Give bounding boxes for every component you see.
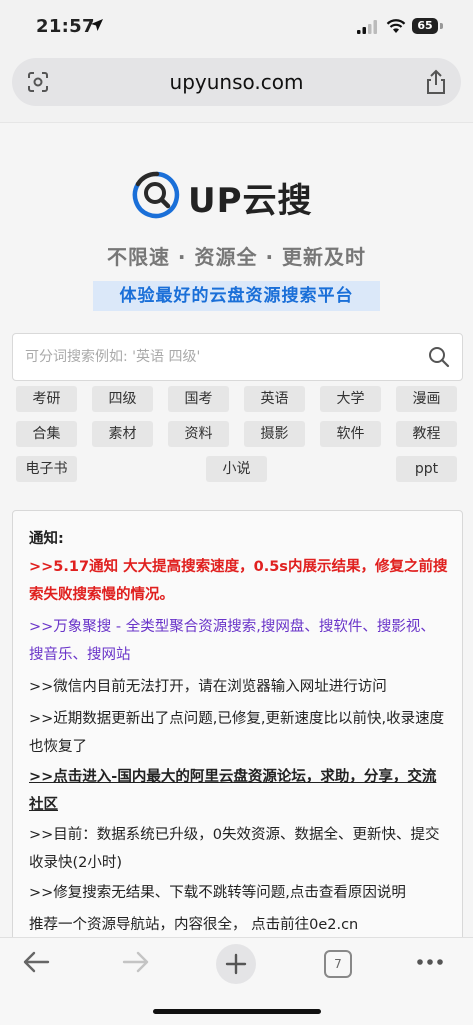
- tag-ppt[interactable]: ppt: [396, 456, 457, 482]
- tag-ruanjian[interactable]: 软件: [320, 421, 381, 447]
- notice-link-nav[interactable]: 推荐一个资源导航站，内容很全， 点击前往0e2.cn: [29, 911, 449, 939]
- tag-manhua[interactable]: 漫画: [396, 386, 457, 412]
- notice-panel: 通知: >>5.17通知 大大提高搜索速度，0.5s内展示结果，修复之前搜索失败…: [12, 510, 463, 942]
- site-subslogan: 体验最好的云盘资源搜索平台: [93, 281, 380, 311]
- notice-item: >>5.17通知 大大提高搜索速度，0.5s内展示结果，修复之前搜索失败搜索慢的…: [29, 559, 448, 603]
- tag-heji[interactable]: 合集: [16, 421, 77, 447]
- address-bar[interactable]: upyunso.com: [12, 58, 461, 106]
- notice-item: >>微信内目前无法打开，请在浏览器输入网址进行访问: [29, 679, 387, 695]
- more-icon[interactable]: [416, 958, 444, 966]
- home-indicator: [153, 1009, 321, 1014]
- forward-icon[interactable]: [122, 950, 150, 974]
- tag-sheying[interactable]: 摄影: [244, 421, 305, 447]
- location-arrow-icon: [91, 19, 103, 31]
- tag-jiaocheng[interactable]: 教程: [396, 421, 457, 447]
- tag-sucai[interactable]: 素材: [92, 421, 153, 447]
- notice-link-forum[interactable]: >>点击进入-国内最大的阿里云盘资源论坛，求助，分享，交流社区: [29, 763, 449, 819]
- tab-switcher-button[interactable]: 7: [324, 950, 352, 978]
- notice-link-wanxiang[interactable]: >>万象聚搜 - 全类型聚合资源搜索,搜网盘、搜软件、搜影视、搜音乐、搜网站: [29, 613, 449, 669]
- plus-icon: [225, 953, 247, 975]
- back-icon[interactable]: [22, 950, 50, 974]
- battery-icon: 65: [412, 18, 438, 34]
- search-box[interactable]: [12, 333, 463, 381]
- share-icon[interactable]: [425, 69, 447, 95]
- battery-nub: [440, 23, 443, 29]
- search-input[interactable]: [23, 342, 417, 372]
- notice-item: >>近期数据更新出了点问题,已修复,更新速度比以前快,收录速度也恢复了: [29, 711, 445, 755]
- site-brand: UP云搜: [188, 181, 313, 221]
- tag-kaoyan[interactable]: 考研: [16, 386, 77, 412]
- search-icon[interactable]: [428, 346, 450, 368]
- site-slogan: 不限速 · 资源全 · 更新及时: [106, 245, 367, 269]
- wifi-icon: [386, 19, 406, 33]
- tag-xiaoshuo[interactable]: 小说: [206, 456, 267, 482]
- notice-link-fix[interactable]: >>修复搜索无结果、下载不跳转等问题,点击查看原因说明: [29, 879, 449, 907]
- status-bar: 21:57 65: [0, 0, 473, 52]
- new-tab-button[interactable]: [216, 944, 256, 984]
- cellular-signal-icon: [357, 20, 377, 34]
- magnifier-logo-icon: [132, 171, 180, 219]
- tag-yingyu[interactable]: 英语: [244, 386, 305, 412]
- tag-guokao[interactable]: 国考: [168, 386, 229, 412]
- tag-ziliao[interactable]: 资料: [168, 421, 229, 447]
- status-time: 21:57: [36, 16, 95, 37]
- notice-item: >>目前：数据系统已升级，0失效资源、数据全、更新快、提交收录快(2小时): [29, 827, 440, 871]
- tag-dianzishu[interactable]: 电子书: [16, 456, 77, 482]
- tag-siji[interactable]: 四级: [92, 386, 153, 412]
- tag-daxue[interactable]: 大学: [320, 386, 381, 412]
- url-text[interactable]: upyunso.com: [12, 70, 461, 94]
- notice-title: 通知:: [29, 531, 64, 547]
